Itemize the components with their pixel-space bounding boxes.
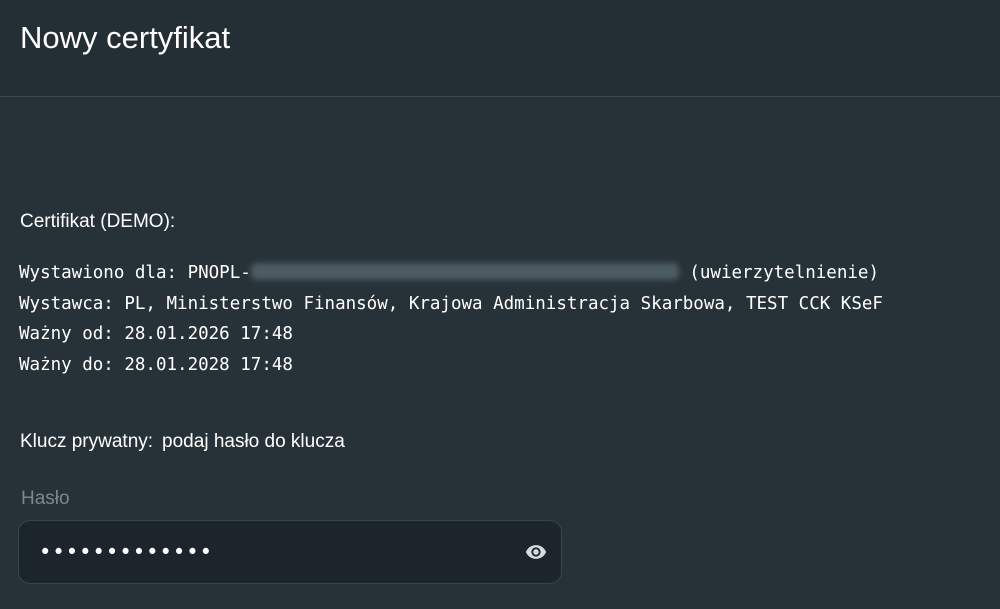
eye-icon[interactable] [524,541,548,563]
certificate-label: Certifikat (DEMO): [20,211,176,232]
page-title: Nowy certyfikat [20,20,231,55]
private-key-row: Klucz prywatny: podaj hasło do klucza [20,430,345,454]
certificate-details: Wystawiono dla: PNOPL- (uwierzytelnienie… [19,258,994,380]
issued-for-suffix: (uwierzytelnienie) [678,263,879,283]
issued-for-line: Wystawiono dla: PNOPL- (uwierzytelnienie… [19,258,994,289]
header-bar: Nowy certyfikat [0,0,1000,97]
private-key-label: Klucz prywatny: [20,431,154,452]
issuer-line: Wystawca: PL, Ministerstwo Finansów, Kra… [19,293,883,314]
private-key-hint: podaj hasło do klucza [162,431,345,452]
valid-from-line: Ważny od: 28.01.2026 17:48 [19,324,293,344]
issued-for-prefix: Wystawiono dla: PNOPL- [19,263,251,283]
redacted-subject [250,263,679,280]
password-input[interactable] [39,521,519,583]
valid-to-line: Ważny do: 28.01.2028 17:48 [19,354,293,375]
password-field-container [18,520,562,584]
password-label: Hasło [21,488,70,509]
